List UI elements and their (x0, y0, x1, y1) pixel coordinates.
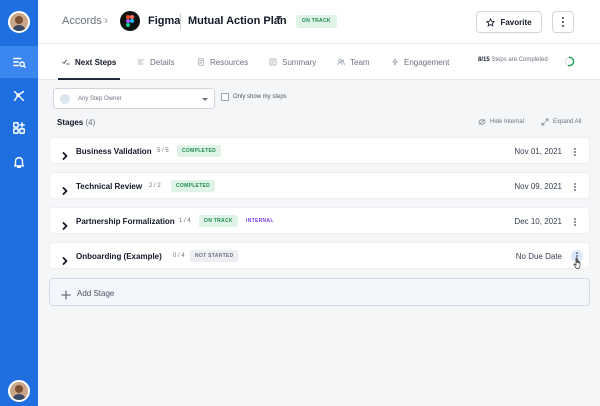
only-my-steps-checkbox[interactable] (221, 93, 229, 101)
stage-step-count: 1 / 4 (179, 218, 191, 224)
step-owner-label: Any Step Owner (78, 96, 122, 102)
only-my-steps-toggle[interactable]: Only show my steps (221, 93, 287, 101)
steps-progress-text: 8/15 Steps are Completed (478, 57, 548, 63)
internal-badge: INTERNAL (246, 218, 274, 224)
tab-label: Team (350, 57, 370, 67)
progress-ring (564, 56, 575, 67)
stage-more-options-button[interactable] (571, 216, 579, 227)
caret-down-icon (202, 98, 208, 101)
grid-add-icon (13, 122, 25, 134)
summary-icon (269, 58, 277, 66)
stage-status-badge: COMPLETED (171, 180, 216, 192)
hide-internal-button[interactable]: Hide Internal (478, 118, 524, 126)
stage-name: Partnership Formalization (76, 217, 175, 226)
hand-cursor-icon (573, 257, 581, 269)
eye-off-icon (478, 119, 486, 125)
stage-name: Business Validation (76, 147, 152, 156)
stages-title: Stages (57, 118, 84, 127)
sidebar-rail (0, 0, 38, 406)
stage-more-options-button[interactable] (571, 146, 579, 157)
account-name: Figma (148, 15, 181, 27)
stage-row[interactable]: Business Validation 5 / 5 COMPLETED Nov … (49, 137, 590, 164)
lightning-icon (392, 58, 398, 66)
stage-due-date[interactable]: No Due Date (516, 252, 562, 261)
stage-name: Technical Review (76, 182, 143, 191)
stage-status-badge: COMPLETED (177, 145, 222, 157)
hide-internal-label: Hide Internal (490, 119, 525, 125)
tab-label: Engagement (404, 57, 450, 67)
sidebar-item-notifications[interactable] (0, 146, 38, 178)
sidebar-item-flows[interactable] (0, 80, 38, 112)
stages-heading: Stages (4) (57, 118, 95, 127)
stage-due-date[interactable]: Nov 01, 2021 (514, 147, 562, 156)
figma-logo-icon (120, 11, 140, 31)
team-icon (337, 59, 345, 66)
steps-completed-label: Steps are Completed (491, 57, 548, 63)
stage-row[interactable]: Technical Review 2 / 2 COMPLETED Nov 09,… (49, 172, 590, 199)
expand-all-label: Expand All (553, 119, 582, 125)
stage-step-count: 5 / 5 (157, 148, 169, 154)
add-stage-label: Add Stage (77, 289, 115, 298)
more-options-button[interactable] (552, 11, 574, 33)
flow-icon (13, 90, 25, 102)
step-owner-select[interactable]: Any Step Owner (53, 88, 215, 109)
plus-icon (61, 287, 71, 300)
only-my-steps-label: Only show my steps (233, 94, 287, 100)
tab-label: Details (150, 57, 175, 67)
tab-label: Next Steps (75, 57, 117, 67)
chevron-right-icon[interactable] (61, 217, 69, 230)
chevron-right-icon[interactable] (61, 252, 69, 265)
checklist-icon (62, 59, 70, 65)
bell-icon (13, 156, 25, 168)
workspace-avatar[interactable] (8, 11, 30, 33)
tab-details[interactable]: Details (137, 44, 174, 80)
stage-name: Onboarding (Example) (76, 252, 162, 261)
favorite-button[interactable]: Favorite (476, 11, 542, 33)
divider (180, 13, 181, 30)
stage-row[interactable]: Partnership Formalization 1 / 4 ON TRACK… (49, 207, 590, 234)
header: Accords › Figma Mutual Action Plan ON TR… (38, 0, 600, 44)
stage-status-badge: NOT STARTED (190, 250, 239, 262)
add-stage-button[interactable]: Add Stage (49, 278, 590, 306)
tab-bar: Next Steps Details Resources Summary Tea… (38, 44, 600, 80)
chevron-right-icon: › (104, 13, 108, 27)
chevron-right-icon[interactable] (61, 147, 69, 160)
tab-next-steps[interactable]: Next Steps (62, 44, 116, 80)
stage-due-date[interactable]: Nov 09, 2021 (514, 182, 562, 191)
tab-resources[interactable]: Resources (197, 44, 248, 80)
sidebar-item-plans[interactable] (0, 46, 38, 78)
stage-status-badge: ON TRACK (199, 215, 238, 227)
chevron-right-icon[interactable] (61, 182, 69, 195)
stage-row[interactable]: Onboarding (Example) 0 / 4 NOT STARTED N… (49, 242, 590, 269)
breadcrumb[interactable]: Accords (62, 15, 102, 27)
tab-label: Summary (282, 57, 317, 67)
tab-team[interactable]: Team (337, 44, 370, 80)
details-icon (137, 59, 145, 65)
expand-icon (541, 118, 549, 126)
star-icon (486, 17, 496, 27)
plan-title[interactable]: Mutual Action Plan (188, 15, 287, 27)
tab-engagement[interactable]: Engagement (391, 44, 449, 80)
stage-due-date[interactable]: Dec 10, 2021 (514, 217, 562, 226)
document-icon (198, 58, 204, 66)
expand-all-button[interactable]: Expand All (541, 118, 581, 126)
steps-completed-count: 8/15 (478, 57, 490, 63)
user-avatar[interactable] (8, 380, 30, 402)
stage-more-options-button[interactable] (571, 181, 579, 192)
owner-avatar-icon (60, 94, 70, 104)
stages-count: (4) (85, 118, 96, 127)
tab-summary[interactable]: Summary (269, 44, 316, 80)
stage-step-count: 0 / 4 (173, 253, 185, 259)
favorite-label: Favorite (500, 17, 532, 27)
plan-status-badge: ON TRACK (296, 15, 337, 28)
tab-label: Resources (210, 57, 249, 67)
search-list-icon (13, 57, 26, 68)
active-tab-indicator (58, 78, 120, 80)
caret-down-icon[interactable] (276, 16, 282, 20)
sidebar-item-templates[interactable] (0, 112, 38, 144)
stage-step-count: 2 / 2 (149, 183, 161, 189)
